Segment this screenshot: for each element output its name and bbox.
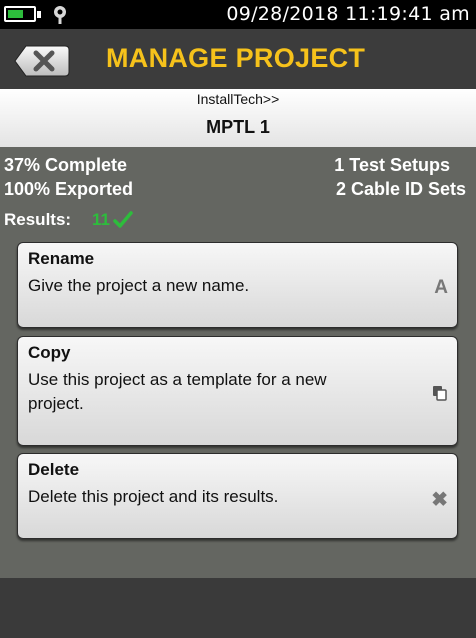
footer: [0, 578, 476, 638]
rename-icon: A: [434, 277, 448, 298]
results-label: Results:: [4, 210, 72, 229]
battery-icon: [4, 6, 36, 22]
delete-option[interactable]: Delete Delete this project and its resul…: [17, 453, 458, 539]
copy-icon: [433, 386, 447, 401]
option-description: Give the project a new name.: [28, 276, 250, 295]
close-button[interactable]: [14, 45, 70, 77]
breadcrumb[interactable]: InstallTech>>: [0, 91, 476, 107]
option-description: Use this project as a template for a new…: [28, 370, 327, 413]
page-title: MANAGE PROJECT: [106, 43, 366, 73]
battery-tip: [37, 11, 41, 18]
results-count: 11: [92, 210, 110, 229]
option-title: Delete: [28, 460, 80, 479]
percent-complete: 37% Complete: [4, 155, 128, 175]
option-description: Delete this project and its results.: [28, 487, 279, 506]
copy-option[interactable]: Copy Use this project as a template for …: [17, 336, 458, 446]
test-setups-count: 1 Test Setups: [334, 155, 450, 175]
cable-id-sets-count: 2 Cable ID Sets: [335, 179, 466, 199]
rename-option[interactable]: Rename Give the project a new name. A: [17, 242, 458, 328]
battery-level: [8, 10, 23, 18]
status-bar: 09/28/2018 11:19:41 am: [0, 0, 476, 29]
status-datetime: 09/28/2018 11:19:41 am: [226, 3, 470, 25]
option-title: Copy: [28, 343, 71, 362]
header: MANAGE PROJECT: [0, 29, 476, 89]
project-name: MPTL 1: [206, 117, 270, 137]
project-panel: InstallTech>> MPTL 1: [0, 89, 476, 147]
percent-exported: 100% Exported: [4, 179, 134, 199]
main-content: 37% Complete 100% Exported 1 Test Setups…: [0, 147, 476, 578]
location-pin-icon: [54, 6, 66, 24]
delete-icon: ✖: [431, 489, 448, 511]
option-title: Rename: [28, 249, 95, 268]
check-icon: [113, 211, 133, 228]
